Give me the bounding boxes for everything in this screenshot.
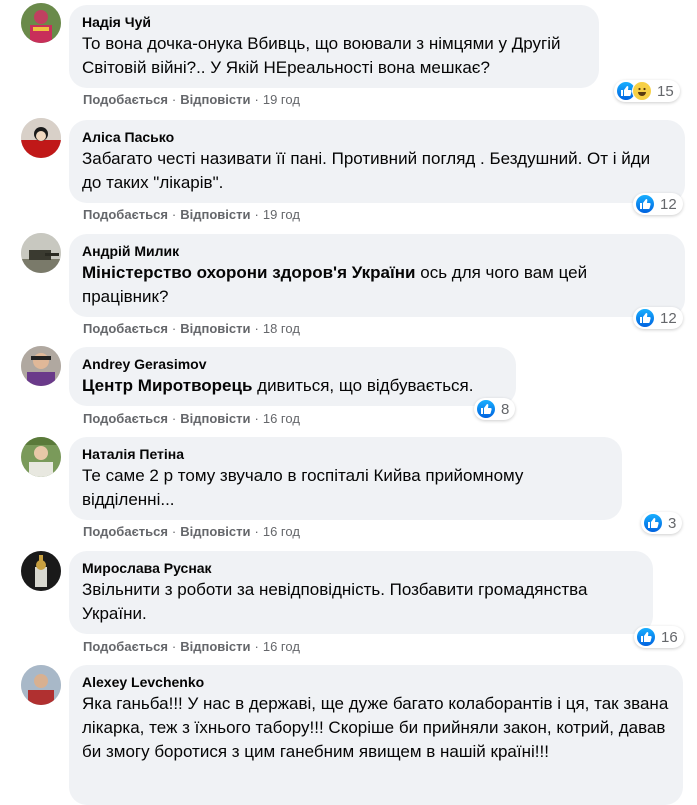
reactions-badge[interactable]: 8	[474, 398, 516, 420]
avatar[interactable]	[21, 3, 61, 43]
avatar[interactable]	[21, 346, 61, 386]
reaction-count: 15	[657, 82, 674, 100]
like-icon	[476, 399, 496, 419]
comment-text: Центр Миротворець дивиться, що відбуваєт…	[82, 374, 504, 398]
comment-bubble: Наталія Петіна Те саме 2 р тому звучало …	[69, 437, 622, 520]
reply-button[interactable]: Відповісти	[180, 207, 250, 222]
comment-text: Звільнити з роботи за невідповідність. П…	[82, 580, 588, 623]
like-icon	[643, 513, 663, 533]
comment-actions: Подобається · Відповісти · 19 год	[83, 92, 300, 108]
reaction-count: 16	[661, 628, 678, 646]
avatar[interactable]	[21, 665, 61, 705]
avatar[interactable]	[21, 551, 61, 591]
avatar[interactable]	[21, 233, 61, 273]
reply-button[interactable]: Відповісти	[180, 411, 250, 426]
timestamp[interactable]: 18 год	[263, 321, 300, 336]
comment-author[interactable]: Alexey Levchenko	[82, 673, 671, 691]
comment-author[interactable]: Наталія Петіна	[82, 445, 610, 463]
comment-bubble: Мирослава Руснак Звільнити з роботи за н…	[69, 551, 653, 634]
separator: ·	[171, 321, 177, 336]
comment-text: Те саме 2 р тому звучало в госпіталі Кий…	[82, 466, 524, 509]
comment-actions: Подобається · Відповісти · 16 год	[83, 524, 300, 540]
reply-button[interactable]: Відповісти	[180, 321, 250, 336]
comment-actions: Подобається · Відповісти · 18 год	[83, 321, 300, 337]
reply-button[interactable]: Відповісти	[180, 524, 250, 539]
reactions-badge[interactable]: 12	[633, 307, 683, 329]
comment-bubble: Андрій Милик Міністерство охорони здоров…	[69, 234, 685, 317]
avatar[interactable]	[21, 437, 61, 477]
comment-author[interactable]: Andrey Gerasimov	[82, 355, 504, 373]
like-button[interactable]: Подобається	[83, 524, 168, 539]
like-button[interactable]: Подобається	[83, 92, 168, 107]
comment-author[interactable]: Мирослава Руснак	[82, 559, 641, 577]
tagged-page-link[interactable]: Центр Миротворець	[82, 376, 252, 395]
timestamp[interactable]: 16 год	[263, 411, 300, 426]
reactions-badge[interactable]: 16	[634, 626, 684, 648]
tagged-page-link[interactable]: Міністерство охорони здоров'я України	[82, 263, 416, 282]
like-icon	[636, 627, 656, 647]
reactions-badge[interactable]: 12	[633, 193, 683, 215]
separator: ·	[171, 639, 177, 654]
separator: ·	[254, 411, 259, 426]
haha-icon	[632, 81, 652, 101]
separator: ·	[171, 207, 177, 222]
separator: ·	[254, 321, 259, 336]
comment-actions: Подобається · Відповісти · 16 год	[83, 639, 300, 655]
comment-author[interactable]: Аліса Пасько	[82, 128, 673, 146]
reaction-count: 8	[501, 400, 510, 418]
separator: ·	[254, 524, 259, 539]
comment-actions: Подобається · Відповісти · 16 год	[83, 411, 300, 427]
reactions-badge[interactable]: 15	[614, 80, 680, 102]
comment-author[interactable]: Надія Чуй	[82, 13, 587, 31]
separator: ·	[254, 207, 259, 222]
like-button[interactable]: Подобається	[83, 207, 168, 222]
reply-button[interactable]: Відповісти	[180, 639, 250, 654]
separator: ·	[254, 92, 259, 107]
comment-text-body: дивиться, що відбувається.	[252, 376, 474, 395]
separator: ·	[171, 92, 177, 107]
comment-bubble: Andrey Gerasimov Центр Миротворець дивит…	[69, 347, 516, 406]
comment-bubble: Аліса Пасько Забагато честі називати її …	[69, 120, 685, 203]
avatar[interactable]	[21, 118, 61, 158]
timestamp[interactable]: 16 год	[263, 524, 300, 539]
reaction-count: 12	[660, 309, 677, 327]
timestamp[interactable]: 19 год	[263, 92, 300, 107]
comment-text: То вона дочка-онука Вбивць, що воювали з…	[82, 34, 561, 77]
like-button[interactable]: Подобається	[83, 321, 168, 336]
comment-author[interactable]: Андрій Милик	[82, 242, 673, 260]
like-button[interactable]: Подобається	[83, 639, 168, 654]
comment-text: Забагато честі називати її пані. Противн…	[82, 149, 651, 192]
like-button[interactable]: Подобається	[83, 411, 168, 426]
timestamp[interactable]: 19 год	[263, 207, 300, 222]
reply-button[interactable]: Відповісти	[180, 92, 250, 107]
comment-bubble: Alexey Levchenko Яка ганьба!!! У нас в д…	[69, 665, 683, 805]
comment-bubble: Надія Чуй То вона дочка-онука Вбивць, що…	[69, 5, 599, 88]
comment-text: Яка ганьба!!! У нас в державі, ще дуже б…	[82, 694, 669, 761]
reaction-count: 12	[660, 195, 677, 213]
timestamp[interactable]: 16 год	[263, 639, 300, 654]
comment-text: Міністерство охорони здоров'я України ос…	[82, 261, 673, 309]
reaction-count: 3	[668, 514, 677, 532]
like-icon	[635, 194, 655, 214]
like-icon	[635, 308, 655, 328]
separator: ·	[171, 524, 177, 539]
comment-actions: Подобається · Відповісти · 19 год	[83, 207, 300, 223]
separator: ·	[254, 639, 259, 654]
reactions-badge[interactable]: 3	[641, 512, 683, 534]
separator: ·	[171, 411, 177, 426]
